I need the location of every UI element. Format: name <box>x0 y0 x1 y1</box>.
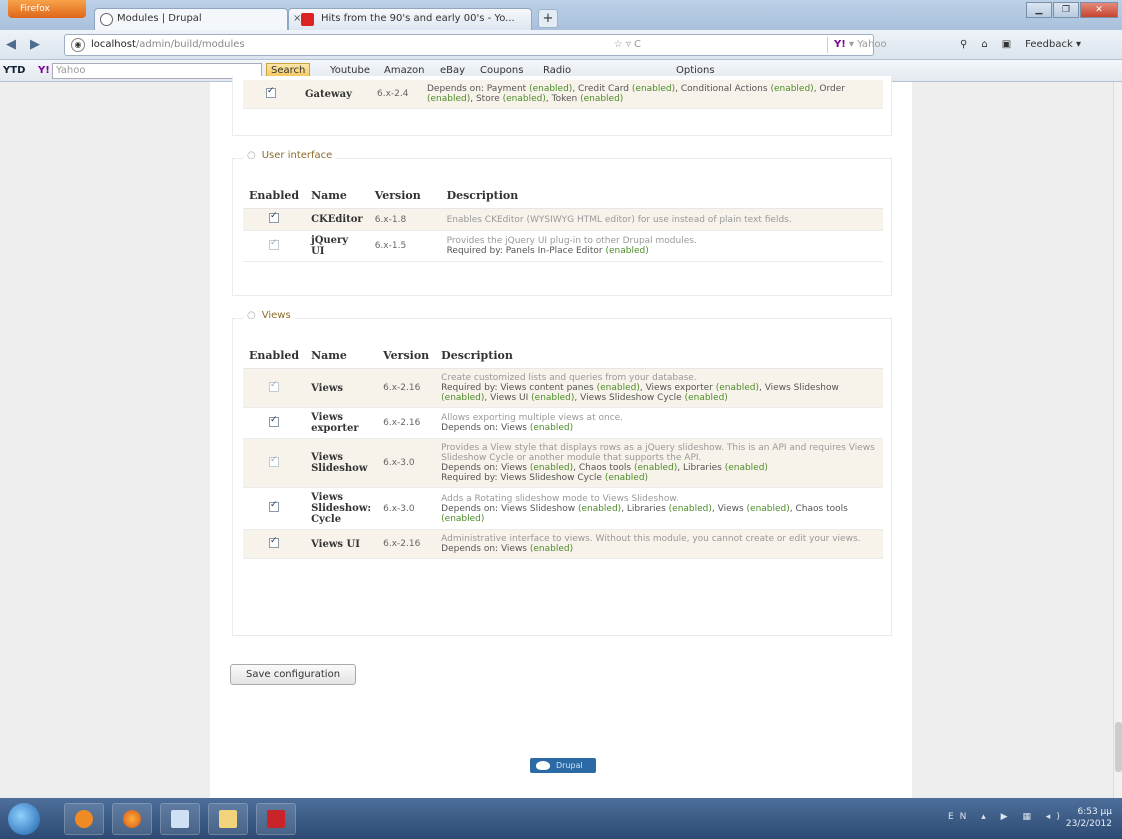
module-table-ui: Enabled Name Version Description CKEdito… <box>243 185 883 262</box>
table-row: Views UI 6.x-2.16 Administrative interfa… <box>243 529 883 559</box>
taskbar-app-icon[interactable] <box>160 803 200 835</box>
forward-icon[interactable]: ▶ <box>30 35 40 55</box>
save-configuration-button[interactable]: Save configuration <box>230 664 356 685</box>
yahoo-search-input[interactable]: Yahoo <box>52 63 262 79</box>
youtube-favicon-icon <box>301 13 314 26</box>
firefox-menu-button[interactable]: Firefox <box>8 0 86 18</box>
page-viewport: Gateway 6.x-2.4 Depends on: Payment (ena… <box>0 76 1122 798</box>
feedback-button[interactable]: Feedback ▾ <box>1025 35 1081 55</box>
tray-icons[interactable]: EN ▴ ▶ ▦ ◂) <box>948 812 1066 822</box>
table-row: Views exporter 6.x-2.16 Allows exporting… <box>243 407 883 439</box>
collapse-icon[interactable]: ○ <box>247 150 256 161</box>
new-tab-button[interactable]: + <box>538 9 558 28</box>
module-checkbox-views <box>269 380 280 392</box>
browser-titlebar: Firefox Modules | Drupal × Hits from the… <box>0 0 1122 30</box>
table-row: CKEditor 6.x-1.8 Enables CKEditor (WYSIW… <box>243 208 883 231</box>
table-row: Views Slideshow 6.x-3.0 Provides a View … <box>243 438 883 488</box>
window-controls: ▁ ❐ ✕ <box>1025 2 1118 18</box>
tab-youtube[interactable]: × Hits from the 90's and early 00's - Yo… <box>288 8 532 30</box>
module-checkbox-views-slideshow <box>269 455 280 467</box>
module-table-partial: Gateway 6.x-2.4 Depends on: Payment (ena… <box>243 80 883 109</box>
taskbar-app-icon[interactable] <box>64 803 104 835</box>
navigation-bar: ◀ ▶ ◉ localhost/admin/build/modules ☆ ▿ … <box>0 30 1122 60</box>
start-button[interactable] <box>8 803 40 835</box>
back-icon[interactable]: ◀ <box>6 35 16 55</box>
windows-taskbar: EN ▴ ▶ ▦ ◂) 6:53 μμ 23/2/2012 <box>0 798 1122 839</box>
downloads-icon[interactable]: ▣ <box>1002 35 1011 55</box>
firefox-taskbar-icon[interactable] <box>112 803 152 835</box>
drupal-favicon-icon <box>100 13 113 26</box>
search-icon[interactable]: ⚲ <box>960 35 967 55</box>
collapse-icon[interactable]: ○ <box>247 310 256 321</box>
close-window-button[interactable]: ✕ <box>1080 2 1118 18</box>
powered-by-drupal-badge[interactable]: Drupal <box>530 758 596 773</box>
home-icon[interactable]: ⌂ <box>981 35 987 55</box>
module-checkbox-ckeditor[interactable] <box>269 211 280 223</box>
page-scrollbar[interactable] <box>1113 82 1122 798</box>
module-checkbox-views-slideshow-cycle[interactable] <box>269 500 280 512</box>
module-checkbox[interactable] <box>266 86 276 98</box>
module-checkbox-jquery-ui <box>269 238 280 250</box>
ytd-button[interactable]: YTD <box>3 60 25 82</box>
module-table-views: Enabled Name Version Description Views 6… <box>243 345 883 559</box>
fieldset-views: ○ Views Enabled Name Version Description … <box>232 310 892 636</box>
tab-modules-drupal[interactable]: Modules | Drupal <box>94 8 288 30</box>
minimize-button[interactable]: ▁ <box>1026 2 1052 18</box>
explorer-taskbar-icon[interactable] <box>208 803 248 835</box>
yahoo-logo-icon: Y! <box>38 65 50 76</box>
scrollbar-thumb[interactable] <box>1115 722 1122 772</box>
page-content: Gateway 6.x-2.4 Depends on: Payment (ena… <box>210 76 912 798</box>
clock[interactable]: 6:53 μμ 23/2/2012 <box>1066 806 1112 830</box>
table-row: Views Slideshow: Cycle 6.x-3.0 Adds a Ro… <box>243 487 883 530</box>
table-row: jQuery UI 6.x-1.5 Provides the jQuery UI… <box>243 230 883 262</box>
module-checkbox-views-ui[interactable] <box>269 536 280 548</box>
fieldset-legend[interactable]: ○ User interface <box>243 150 337 161</box>
table-row: Views 6.x-2.16 Create customized lists a… <box>243 368 883 408</box>
table-row: Gateway 6.x-2.4 Depends on: Payment (ena… <box>243 80 883 109</box>
url-bar[interactable]: ◉ localhost/admin/build/modules ☆ ▿ C Y!… <box>64 34 887 56</box>
fieldset-legend[interactable]: ○ Views <box>243 310 295 321</box>
acrobat-taskbar-icon[interactable] <box>256 803 296 835</box>
fieldset-user-interface: ○ User interface Enabled Name Version Des… <box>232 150 892 296</box>
maximize-button[interactable]: ❐ <box>1053 2 1079 18</box>
module-checkbox-views-exporter[interactable] <box>269 415 280 427</box>
nav-right-tools: ⚲ ⌂ ▣ Feedback ▾ <box>960 35 1081 55</box>
bookmark-star-icon[interactable]: ☆ ▿ C <box>614 35 641 55</box>
search-engine-box[interactable]: Y! ▾ Yahoo <box>827 37 939 53</box>
site-identity-icon[interactable]: ◉ <box>71 38 85 52</box>
fieldset-ubercart-partial: Gateway 6.x-2.4 Depends on: Payment (ena… <box>232 76 892 136</box>
